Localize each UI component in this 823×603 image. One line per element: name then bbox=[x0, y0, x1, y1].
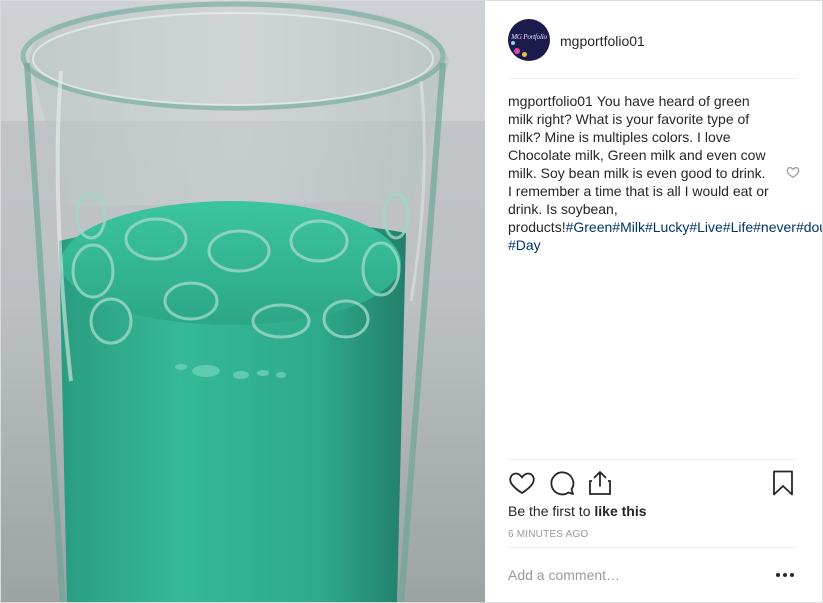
bookmark-icon[interactable] bbox=[769, 469, 797, 497]
likes-text: Be the first to like this bbox=[508, 503, 647, 519]
avatar-decoration bbox=[522, 52, 527, 57]
caption: mgportfolio01 You have heard of green mil… bbox=[508, 92, 822, 254]
caption-username-link[interactable]: mgportfolio01 bbox=[508, 93, 593, 109]
post-side-panel: MG Portfolio mgportfolio01 mgportfolio01… bbox=[485, 1, 822, 602]
avatar[interactable]: MG Portfolio bbox=[508, 19, 550, 61]
timestamp: 6 MINUTES AGO bbox=[508, 529, 589, 540]
caption-heart-icon[interactable] bbox=[786, 165, 800, 179]
likes-prefix: Be the first to bbox=[508, 503, 595, 519]
like-this-link[interactable]: like this bbox=[594, 503, 646, 519]
caption-text: You have heard of green milk right? What… bbox=[508, 93, 769, 235]
heart-icon[interactable] bbox=[508, 469, 536, 497]
green-milk-glass-image bbox=[1, 1, 485, 602]
avatar-decoration bbox=[514, 48, 520, 54]
comment-bar bbox=[508, 547, 797, 602]
post-photo[interactable] bbox=[1, 1, 485, 602]
post-modal: MG Portfolio mgportfolio01 mgportfolio01… bbox=[0, 0, 823, 603]
comment-icon[interactable] bbox=[548, 469, 576, 497]
more-options-icon[interactable] bbox=[773, 565, 797, 585]
post-header: MG Portfolio mgportfolio01 bbox=[508, 19, 797, 79]
avatar-decoration bbox=[511, 41, 515, 45]
avatar-logo-text: MG Portfolio bbox=[511, 33, 547, 41]
username-link[interactable]: mgportfolio01 bbox=[560, 33, 645, 49]
share-icon[interactable] bbox=[586, 469, 614, 497]
comment-input[interactable] bbox=[508, 563, 748, 587]
